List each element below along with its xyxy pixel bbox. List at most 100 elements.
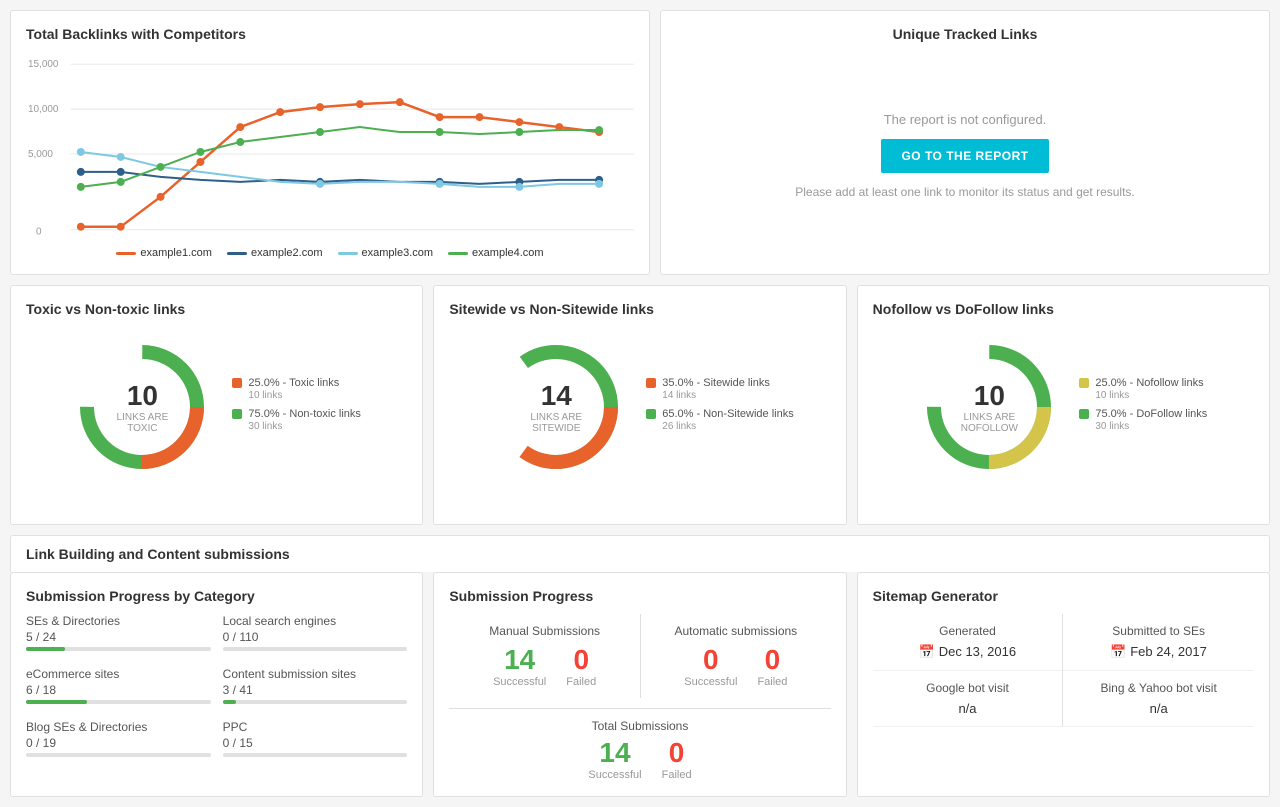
nofollow-legend: 25.0% - Nofollow links 10 links 75.0% - … <box>1079 376 1207 439</box>
auto-label: Automatic submissions <box>651 624 821 638</box>
top-row: Total Backlinks with Competitors 15,000 … <box>10 10 1270 275</box>
unique-links-title: Unique Tracked Links <box>676 26 1254 42</box>
manual-failed: 0 Failed <box>566 644 596 688</box>
cat-value-1: 0 / 110 <box>223 630 408 644</box>
sitemap-bing-bot-label: Bing & Yahoo bot visit <box>1073 681 1244 695</box>
legend-example4-label: example4.com <box>472 247 544 259</box>
add-link-msg: Please add at least one link to monitor … <box>795 185 1135 199</box>
toxic-dot-0 <box>232 378 242 388</box>
manual-label: Manual Submissions <box>459 624 630 638</box>
cat-label-1: Local search engines <box>223 614 408 628</box>
legend-example4-line <box>448 252 468 255</box>
toxic-donut-wrapper: 10 LINKS ARE TOXIC <box>72 337 212 477</box>
cat-item-2: eCommerce sites 6 / 18 <box>26 667 211 708</box>
total-failed: 0 Failed <box>662 737 692 781</box>
manual-successful: 14 Successful <box>493 644 546 688</box>
legend-example3-line <box>338 252 358 255</box>
sitemap-google-bot-value: n/a <box>883 701 1053 716</box>
legend-example1-label: example1.com <box>140 247 212 259</box>
sitemap-submitted-value: 📅 Feb 24, 2017 <box>1073 644 1244 660</box>
legend-example2-line <box>227 252 247 255</box>
legend-example1: example1.com <box>116 247 212 259</box>
toxic-donut-label: LINKS ARE TOXIC <box>107 412 177 434</box>
toxic-donut-number: 10 <box>107 380 177 412</box>
submission-card: Submission Progress Manual Submissions 1… <box>433 572 846 797</box>
nofollow-dot-1 <box>1079 409 1089 419</box>
nofollow-donut-container: 10 LINKS ARE NOFOLLOW 25.0% - Nofollow l… <box>873 327 1254 487</box>
auto-successful-num: 0 <box>684 644 737 676</box>
legend-example3: example3.com <box>338 247 434 259</box>
cat-label-2: eCommerce sites <box>26 667 211 681</box>
toxic-donut-center: 10 LINKS ARE TOXIC <box>107 380 177 434</box>
toxic-dot-1 <box>232 409 242 419</box>
cat-value-0: 5 / 24 <box>26 630 211 644</box>
svg-text:5,000: 5,000 <box>28 149 53 160</box>
cat-value-2: 6 / 18 <box>26 683 211 697</box>
backlinks-title: Total Backlinks with Competitors <box>26 26 634 42</box>
toxic-legend: 25.0% - Toxic links 10 links 75.0% - Non… <box>232 376 361 439</box>
cat-value-3: 3 / 41 <box>223 683 408 697</box>
sitemap-generated: Generated 📅 Dec 13, 2016 <box>873 614 1064 671</box>
total-successful-label: Successful <box>588 769 641 781</box>
sitemap-bing-bot: Bing & Yahoo bot visit n/a <box>1063 671 1254 727</box>
submission-grid: Manual Submissions 14 Successful 0 Faile… <box>449 614 830 698</box>
legend-example2: example2.com <box>227 247 323 259</box>
category-card: Submission Progress by Category SEs & Di… <box>10 572 423 797</box>
legend-example4: example4.com <box>448 247 544 259</box>
chart-legend: example1.com example2.com example3.com e… <box>26 247 634 259</box>
svg-text:15,000: 15,000 <box>28 59 59 70</box>
sitewide-legend-item-0: 35.0% - Sitewide links 14 links <box>646 376 793 401</box>
nofollow-donut-wrapper: 10 LINKS ARE NOFOLLOW <box>919 337 1059 477</box>
submission-title: Submission Progress <box>449 588 830 604</box>
sitemap-card: Sitemap Generator Generated 📅 Dec 13, 20… <box>857 572 1270 797</box>
auto-successful: 0 Successful <box>684 644 737 688</box>
cat-bar-bg-5 <box>223 753 408 757</box>
backlinks-svg: 15,000 10,000 5,000 0 <box>26 52 634 242</box>
cat-label-5: PPC <box>223 720 408 734</box>
category-title: Submission Progress by Category <box>26 588 407 604</box>
dashboard: Total Backlinks with Competitors 15,000 … <box>0 0 1280 807</box>
cat-bar-bg-4 <box>26 753 211 757</box>
calendar-icon-submitted: 📅 <box>1110 644 1126 659</box>
toxic-donut-container: 10 LINKS ARE TOXIC 25.0% - Toxic links 1… <box>26 327 407 487</box>
total-successful: 14 Successful <box>588 737 641 781</box>
nofollow-title: Nofollow vs DoFollow links <box>873 301 1254 317</box>
calendar-icon-generated: 📅 <box>919 644 935 659</box>
toxic-legend-text-0: 25.0% - Toxic links 10 links <box>248 376 339 401</box>
total-values: 14 Successful 0 Failed <box>449 737 830 781</box>
cat-label-4: Blog SEs & Directories <box>26 720 211 734</box>
total-failed-num: 0 <box>662 737 692 769</box>
sitewide-donut-label: LINKS ARE SITEWIDE <box>521 412 591 434</box>
sitemap-google-bot-label: Google bot visit <box>883 681 1053 695</box>
nofollow-dot-0 <box>1079 378 1089 388</box>
cat-value-5: 0 / 15 <box>223 736 408 750</box>
sitewide-legend-item-1: 65.0% - Non-Sitewide links 26 links <box>646 407 793 432</box>
sitemap-bing-bot-value: n/a <box>1073 701 1244 716</box>
cat-bar-fill-3 <box>223 700 236 704</box>
backlinks-chart: 15,000 10,000 5,000 0 <box>26 52 634 242</box>
category-grid: SEs & Directories 5 / 24 Local search en… <box>26 614 407 761</box>
sitemap-generated-value: 📅 Dec 13, 2016 <box>883 644 1053 660</box>
cat-item-5: PPC 0 / 15 <box>223 720 408 761</box>
sitewide-title: Sitewide vs Non-Sitewide links <box>449 301 830 317</box>
bottom-section-header: Link Building and Content submissions <box>10 535 1270 572</box>
go-report-button[interactable]: GO TO THE REPORT <box>881 139 1048 173</box>
sitewide-donut-number: 14 <box>521 380 591 412</box>
cat-item-4: Blog SEs & Directories 0 / 19 <box>26 720 211 761</box>
cat-bar-bg-2 <box>26 700 211 704</box>
cat-label-3: Content submission sites <box>223 667 408 681</box>
sitewide-donut-container: 14 LINKS ARE SITEWIDE 35.0% - Sitewide l… <box>449 327 830 487</box>
cat-item-3: Content submission sites 3 / 41 <box>223 667 408 708</box>
sitemap-google-bot: Google bot visit n/a <box>873 671 1064 727</box>
total-successful-num: 14 <box>588 737 641 769</box>
cat-bar-bg-3 <box>223 700 408 704</box>
svg-text:0: 0 <box>36 227 42 238</box>
cat-bar-bg-0 <box>26 647 211 651</box>
nofollow-donut-center: 10 LINKS ARE NOFOLLOW <box>954 380 1024 434</box>
legend-example3-label: example3.com <box>362 247 434 259</box>
sitewide-donut-wrapper: 14 LINKS ARE SITEWIDE <box>486 337 626 477</box>
cat-item-0: SEs & Directories 5 / 24 <box>26 614 211 655</box>
manual-failed-num: 0 <box>566 644 596 676</box>
manual-section: Manual Submissions 14 Successful 0 Faile… <box>449 614 640 698</box>
auto-section: Automatic submissions 0 Successful 0 Fai… <box>640 614 831 698</box>
